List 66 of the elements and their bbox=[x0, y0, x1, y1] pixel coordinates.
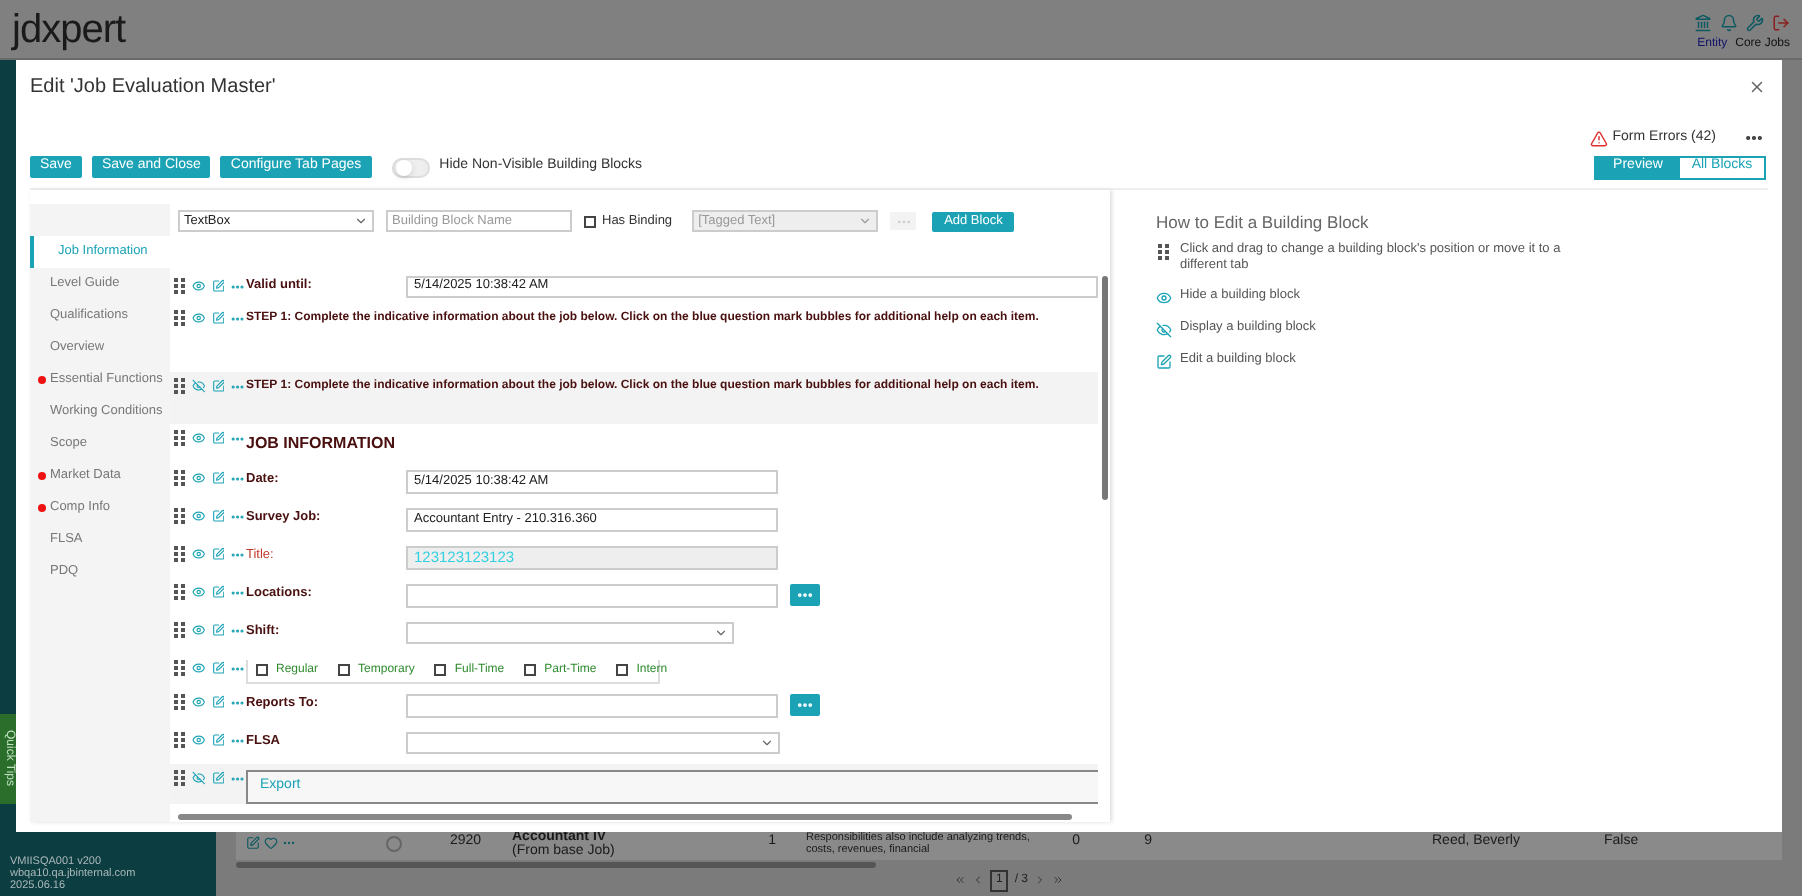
edit-icon[interactable] bbox=[211, 310, 225, 326]
radio-icon[interactable] bbox=[385, 835, 401, 851]
checkbox[interactable] bbox=[434, 664, 447, 676]
eye-icon bbox=[1156, 290, 1172, 307]
edit-icon[interactable] bbox=[211, 770, 225, 786]
next-page-icon[interactable] bbox=[1034, 874, 1046, 886]
edit-icon[interactable] bbox=[211, 694, 225, 710]
checkbox[interactable] bbox=[616, 664, 629, 676]
close-icon[interactable] bbox=[1748, 78, 1766, 96]
drag-handle-icon[interactable] bbox=[1158, 244, 1170, 261]
edit-icon[interactable] bbox=[211, 278, 225, 294]
chevron-down-icon bbox=[714, 625, 728, 639]
drag-handle-icon[interactable] bbox=[174, 584, 186, 600]
edit-icon[interactable] bbox=[211, 546, 225, 562]
more-button[interactable] bbox=[890, 212, 917, 230]
last-page-icon[interactable] bbox=[1052, 874, 1064, 886]
dropdown[interactable] bbox=[406, 621, 734, 643]
section-heading: JOB INFORMATION bbox=[246, 431, 396, 455]
edit-icon[interactable] bbox=[211, 732, 225, 748]
tools-icon[interactable] bbox=[1746, 13, 1764, 31]
help-title: How to Edit a Building Block bbox=[1156, 209, 1371, 235]
checkbox[interactable] bbox=[524, 664, 537, 676]
text-field[interactable] bbox=[406, 693, 778, 717]
warning-icon bbox=[1590, 129, 1609, 148]
edit-icon[interactable] bbox=[211, 470, 225, 486]
logo[interactable]: jdxpert bbox=[12, 9, 126, 49]
picker-button[interactable] bbox=[790, 694, 820, 716]
chevron-down-icon bbox=[760, 735, 774, 749]
edit-icon[interactable] bbox=[211, 430, 225, 446]
previous-page-icon[interactable] bbox=[971, 874, 984, 886]
toggle-switch[interactable] bbox=[391, 157, 430, 177]
drag-handle-icon[interactable] bbox=[174, 378, 186, 394]
eye-off-icon bbox=[1156, 322, 1172, 339]
edit-icon[interactable] bbox=[211, 508, 225, 524]
chevron-down-icon bbox=[858, 214, 873, 228]
checkbox[interactable] bbox=[338, 664, 351, 676]
heart-icon[interactable] bbox=[264, 836, 278, 850]
edit-icon[interactable] bbox=[211, 660, 225, 676]
drag-handle-icon[interactable] bbox=[174, 508, 186, 524]
logout-icon[interactable] bbox=[1772, 13, 1790, 31]
drag-handle-icon[interactable] bbox=[174, 622, 186, 638]
edit-icon bbox=[1156, 354, 1172, 371]
drag-handle-icon[interactable] bbox=[174, 470, 186, 486]
drag-handle-icon[interactable] bbox=[174, 732, 186, 748]
edit-icon[interactable] bbox=[211, 378, 225, 394]
dropdown[interactable] bbox=[406, 731, 780, 753]
edit-icon[interactable] bbox=[211, 622, 225, 638]
checkbox[interactable] bbox=[584, 215, 596, 227]
drag-handle-icon[interactable] bbox=[174, 694, 186, 710]
dialog-title: Edit 'Job Evaluation Master' bbox=[30, 74, 276, 102]
drag-handle-icon[interactable] bbox=[174, 660, 186, 676]
drag-handle-icon[interactable] bbox=[174, 430, 186, 446]
drag-handle-icon[interactable] bbox=[174, 278, 186, 294]
edit-icon[interactable] bbox=[246, 836, 260, 850]
picker-button[interactable] bbox=[790, 584, 820, 606]
bell-icon[interactable] bbox=[1720, 13, 1738, 31]
vertical-scrollbar[interactable] bbox=[1101, 275, 1107, 499]
checkbox[interactable] bbox=[256, 664, 268, 676]
drag-handle-icon[interactable] bbox=[174, 546, 186, 562]
text-field[interactable] bbox=[406, 583, 778, 607]
chevron-down-icon bbox=[354, 214, 368, 228]
building-icon[interactable] bbox=[1694, 13, 1712, 31]
edit-icon[interactable] bbox=[211, 584, 225, 600]
drag-handle-icon[interactable] bbox=[174, 310, 186, 326]
horizontal-scrollbar[interactable] bbox=[178, 813, 1072, 819]
drag-handle-icon[interactable] bbox=[174, 770, 186, 786]
